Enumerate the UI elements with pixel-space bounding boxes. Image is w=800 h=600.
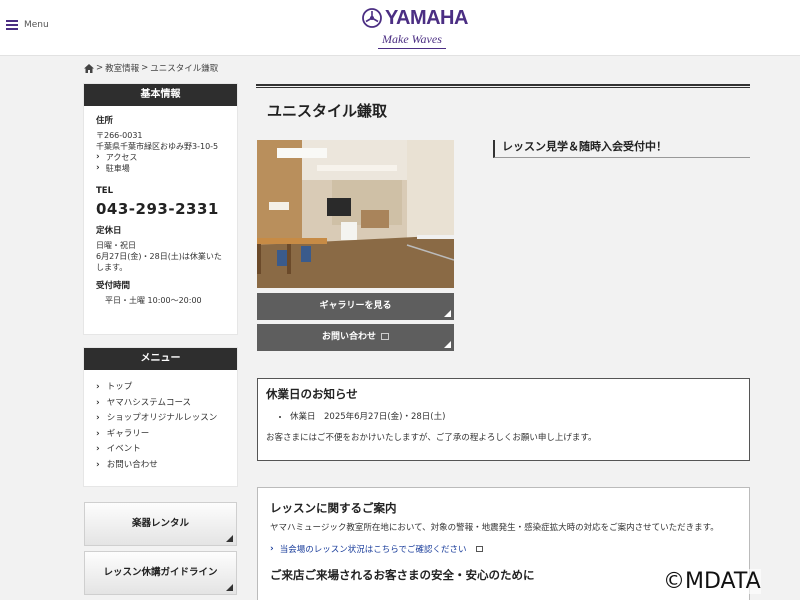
side-menu-panel: メニュー › トップ › ヤマハシステムコース › ショップオリジナルレッスン › ギャ… [84, 348, 237, 486]
closed-days-note: 6月27日(金)・28日(土)は休業いたします。 [96, 252, 222, 272]
side-menu-item-original-lesson[interactable]: › ショップオリジナルレッスン [96, 411, 225, 427]
gallery-button[interactable]: ギャラリーを見る [257, 293, 454, 320]
side-menu-item-contact[interactable]: › お問い合わせ [96, 458, 225, 474]
lesson-guideline-button[interactable]: レッスン休講ガイドライン [84, 551, 237, 595]
lesson-status-link[interactable]: › 当会場のレッスン状況はこちらでご確認ください [270, 543, 737, 555]
address-text: 千葉県千葉市緑区おゆみ野3-10-5 [96, 142, 219, 151]
parking-link-label: 駐車場 [105, 164, 130, 173]
page-title: ユニスタイル鎌取 [267, 102, 388, 120]
basic-info-panel: 基本情報 住所 〒266-0031 千葉県千葉市緑区おゆみ野3-10-5 › アク… [84, 84, 237, 334]
chevron-right-icon: › [96, 413, 100, 423]
external-window-icon [476, 546, 484, 552]
hours-text: 平日・土曜 10:00～20:00 [105, 296, 202, 305]
basic-info-heading: 基本情報 [84, 84, 237, 106]
breadcrumb-separator: > [141, 63, 149, 73]
postal-code: 〒266-0031 [96, 131, 143, 140]
chevron-right-icon: › [270, 544, 274, 554]
side-menu-item-label: ショップオリジナルレッスン [106, 413, 218, 423]
chevron-right-icon: › [96, 444, 100, 454]
tel-label: TEL [96, 186, 114, 196]
chevron-right-icon: › [96, 163, 100, 173]
side-menu-item-label: お問い合わせ [106, 459, 158, 470]
side-menu-item-gallery[interactable]: › ギャラリー [96, 427, 225, 443]
yamaha-logo[interactable]: YAMAHA Make Waves [362, 8, 472, 50]
site-header: Menu YAMAHA Make Waves [0, 0, 800, 56]
lesson-visit-heading: レッスン見学＆随時入会受付中！ [493, 140, 750, 158]
side-menu-item-event[interactable]: › イベント [96, 442, 225, 458]
holiday-notice-item: 休業日 2025年6月27日(金)・28日(土) [290, 410, 741, 422]
breadcrumb-current: ユニスタイル鎌取 [150, 64, 219, 74]
contact-button[interactable]: お問い合わせ [257, 324, 454, 351]
gallery-button-label: ギャラリーを見る [319, 301, 392, 311]
side-menu-item-label: イベント [106, 444, 141, 454]
access-link-label: アクセス [105, 153, 138, 162]
closed-days-label: 定休日 [96, 226, 122, 236]
external-window-icon [381, 333, 389, 340]
breadcrumb-classroom-info[interactable]: 教室情報 [105, 62, 139, 74]
instrument-rental-button[interactable]: 楽器レンタル [84, 502, 237, 546]
chevron-right-icon: › [96, 382, 100, 392]
side-menu-item-system-course[interactable]: › ヤマハシステムコース [96, 396, 225, 412]
lesson-info-title: レッスンに関するご案内 [270, 501, 397, 515]
breadcrumb: > 教室情報 > ユニスタイル鎌取 [84, 62, 218, 74]
tuning-fork-emblem-icon [362, 8, 382, 28]
tel-number[interactable]: 043-293-2331 [96, 200, 225, 218]
chevron-right-icon: › [96, 428, 100, 439]
breadcrumb-separator: > [96, 63, 104, 73]
holiday-notice-box: 休業日のお知らせ 休業日 2025年6月27日(金)・28日(土) お客さまには… [257, 378, 750, 461]
side-menu-item-label: ヤマハシステムコース [106, 397, 192, 408]
access-link[interactable]: › アクセス [96, 152, 225, 163]
side-menu-item-label: トップ [106, 382, 133, 392]
lesson-status-link-label: 当会場のレッスン状況はこちらでご確認ください [279, 545, 467, 555]
chevron-right-icon: › [96, 152, 100, 162]
menu-label: Menu [24, 20, 49, 30]
lesson-info-text: ヤマハミュージック教室所在地において、対象の警報・地震発生・感染症拡大時の対応を… [270, 523, 719, 533]
logo-text: YAMAHA [385, 7, 468, 29]
menu-button[interactable]: Menu [6, 20, 49, 30]
home-icon[interactable] [84, 63, 94, 73]
classroom-photo [257, 140, 454, 288]
chevron-right-icon: › [96, 397, 100, 408]
copyright-watermark: ©MDATA [663, 569, 761, 594]
side-menu-heading: メニュー [84, 348, 237, 370]
side-menu-item-label: ギャラリー [106, 428, 150, 439]
holiday-notice-text: お客さまにはご不便をおかけいたしますが、ご了承の程よろしくお願い申し上げます。 [266, 433, 597, 443]
chevron-right-icon: › [96, 459, 100, 470]
parking-link[interactable]: › 駐車場 [96, 163, 225, 174]
side-menu-item-top[interactable]: › トップ [96, 380, 225, 396]
holiday-notice-title: 休業日のお知らせ [266, 387, 358, 401]
logo-tagline: Make Waves [378, 32, 446, 49]
hours-label: 受付時間 [96, 281, 131, 291]
address-label: 住所 [96, 116, 114, 126]
title-rule [256, 84, 750, 88]
contact-button-label: お問い合わせ [321, 332, 376, 342]
closed-days: 日曜・祝日 [96, 241, 136, 250]
hamburger-icon [6, 20, 18, 30]
